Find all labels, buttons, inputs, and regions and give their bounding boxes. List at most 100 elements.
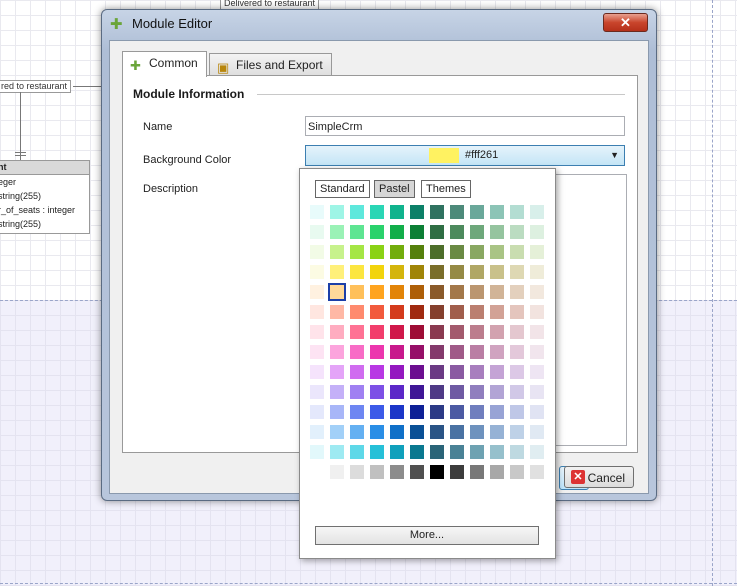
- color-cell[interactable]: [309, 244, 325, 260]
- color-cell[interactable]: [489, 324, 505, 340]
- color-cell[interactable]: [509, 304, 525, 320]
- color-cell[interactable]: [329, 344, 345, 360]
- color-cell[interactable]: [409, 464, 425, 480]
- color-cell[interactable]: [349, 364, 365, 380]
- color-cell[interactable]: [449, 204, 465, 220]
- color-cell[interactable]: [409, 364, 425, 380]
- color-cell[interactable]: [389, 444, 405, 460]
- color-cell[interactable]: [349, 264, 365, 280]
- color-cell[interactable]: [489, 304, 505, 320]
- color-cell[interactable]: [469, 464, 485, 480]
- color-cell[interactable]: [309, 424, 325, 440]
- color-cell[interactable]: [489, 244, 505, 260]
- background-color-picker[interactable]: #fff261 ▼: [305, 145, 625, 166]
- color-cell[interactable]: [429, 404, 445, 420]
- color-cell[interactable]: [369, 324, 385, 340]
- color-cell[interactable]: [329, 324, 345, 340]
- color-cell[interactable]: [349, 204, 365, 220]
- color-cell[interactable]: [369, 344, 385, 360]
- color-cell[interactable]: [509, 464, 525, 480]
- color-cell[interactable]: [509, 404, 525, 420]
- color-cell[interactable]: [309, 344, 325, 360]
- color-cell[interactable]: [349, 304, 365, 320]
- color-cell[interactable]: [309, 384, 325, 400]
- color-cell[interactable]: [329, 204, 345, 220]
- color-cell[interactable]: [389, 304, 405, 320]
- color-cell[interactable]: [429, 424, 445, 440]
- color-cell[interactable]: [469, 344, 485, 360]
- color-cell[interactable]: [489, 384, 505, 400]
- color-cell[interactable]: [429, 244, 445, 260]
- color-cell[interactable]: [329, 224, 345, 240]
- tab-themes[interactable]: Themes: [421, 180, 471, 198]
- color-cell[interactable]: [409, 384, 425, 400]
- color-cell[interactable]: [469, 244, 485, 260]
- entity-box[interactable]: nt eger string(255) r_of_seats : integer…: [0, 160, 90, 234]
- color-cell[interactable]: [509, 364, 525, 380]
- color-cell[interactable]: [309, 304, 325, 320]
- color-cell[interactable]: [449, 284, 465, 300]
- color-cell[interactable]: [449, 364, 465, 380]
- relation-label[interactable]: red to restaurant: [0, 80, 72, 93]
- color-cell[interactable]: [449, 264, 465, 280]
- color-cell[interactable]: [469, 304, 485, 320]
- color-cell[interactable]: [409, 204, 425, 220]
- color-cell[interactable]: [529, 224, 545, 240]
- color-cell[interactable]: [349, 444, 365, 460]
- tab-standard[interactable]: Standard: [315, 180, 370, 198]
- color-cell[interactable]: [449, 224, 465, 240]
- color-cell[interactable]: [489, 424, 505, 440]
- color-cell[interactable]: [409, 424, 425, 440]
- color-cell[interactable]: [349, 404, 365, 420]
- color-cell[interactable]: [469, 264, 485, 280]
- color-cell[interactable]: [429, 364, 445, 380]
- color-cell[interactable]: [329, 384, 345, 400]
- color-cell[interactable]: [429, 384, 445, 400]
- more-colors-button[interactable]: More...: [315, 526, 539, 545]
- color-cell[interactable]: [329, 404, 345, 420]
- color-cell[interactable]: [429, 444, 445, 460]
- name-input[interactable]: SimpleCrm: [305, 116, 625, 136]
- color-cell[interactable]: [449, 244, 465, 260]
- color-cell[interactable]: [349, 244, 365, 260]
- color-cell[interactable]: [328, 283, 346, 301]
- color-cell[interactable]: [469, 364, 485, 380]
- color-cell[interactable]: [409, 324, 425, 340]
- color-cell[interactable]: [509, 284, 525, 300]
- color-cell[interactable]: [369, 424, 385, 440]
- color-cell[interactable]: [329, 264, 345, 280]
- color-cell[interactable]: [489, 204, 505, 220]
- tab-pastel[interactable]: Pastel: [374, 180, 415, 198]
- color-cell[interactable]: [349, 284, 365, 300]
- color-cell[interactable]: [469, 284, 485, 300]
- color-cell[interactable]: [489, 264, 505, 280]
- color-cell[interactable]: [409, 344, 425, 360]
- color-cell[interactable]: [369, 444, 385, 460]
- color-cell[interactable]: [469, 224, 485, 240]
- color-cell[interactable]: [409, 264, 425, 280]
- color-cell[interactable]: [389, 384, 405, 400]
- color-cell[interactable]: [489, 464, 505, 480]
- color-cell[interactable]: [309, 364, 325, 380]
- color-cell[interactable]: [469, 384, 485, 400]
- color-cell[interactable]: [509, 344, 525, 360]
- color-cell[interactable]: [409, 444, 425, 460]
- color-cell[interactable]: [369, 264, 385, 280]
- color-cell[interactable]: [429, 284, 445, 300]
- color-cell[interactable]: [509, 224, 525, 240]
- color-cell[interactable]: [509, 424, 525, 440]
- color-cell[interactable]: [309, 404, 325, 420]
- tab-common[interactable]: ✚ Common: [122, 51, 207, 77]
- color-cell[interactable]: [429, 344, 445, 360]
- color-cell[interactable]: [309, 284, 325, 300]
- color-cell[interactable]: [449, 304, 465, 320]
- color-cell[interactable]: [409, 224, 425, 240]
- color-cell[interactable]: [369, 404, 385, 420]
- close-button[interactable]: ✕: [603, 13, 648, 32]
- color-cell[interactable]: [449, 384, 465, 400]
- color-cell[interactable]: [489, 224, 505, 240]
- color-cell[interactable]: [409, 304, 425, 320]
- color-cell[interactable]: [529, 464, 545, 480]
- color-cell[interactable]: [489, 404, 505, 420]
- chevron-down-icon[interactable]: ▼: [610, 150, 619, 160]
